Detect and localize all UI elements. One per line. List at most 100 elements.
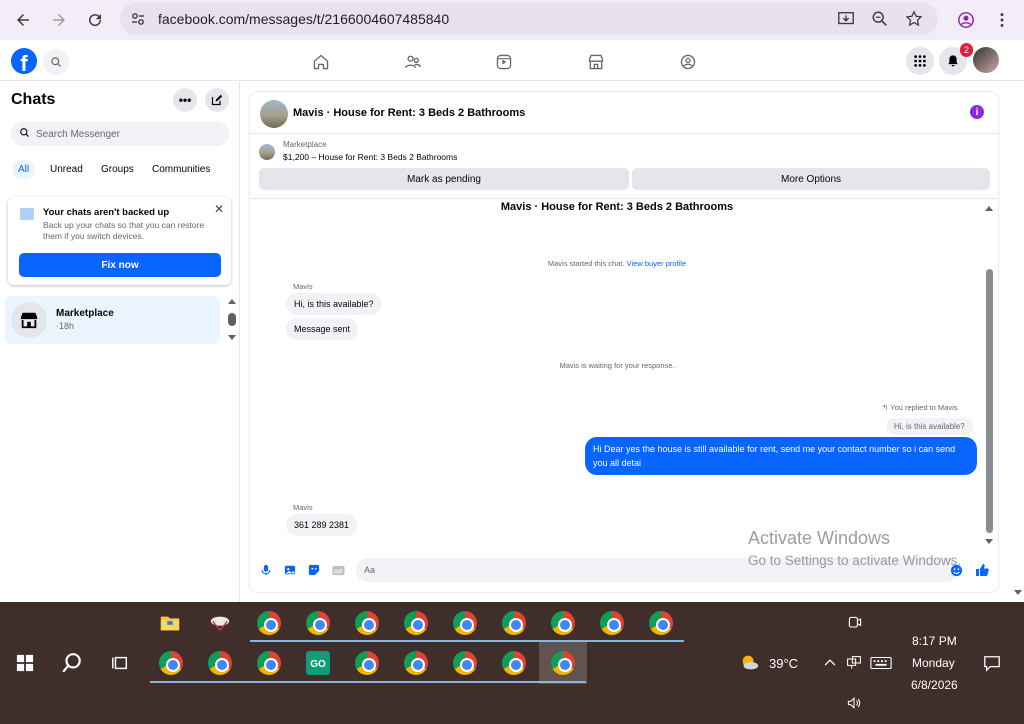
account-avatar[interactable] [973,47,999,73]
compose-icon [211,94,223,106]
chrome-icon[interactable] [303,608,333,638]
search-icon [51,57,61,67]
chrome-icon[interactable] [352,608,382,638]
marketplace-store-icon [11,302,47,338]
weather-icon[interactable] [734,648,764,678]
temperature[interactable]: 39°C [769,656,798,671]
forward-button[interactable] [41,2,77,38]
conversation-item[interactable]: Marketplace ·18h [5,296,220,344]
listing-name[interactable]: $1,200 – House for Rent: 3 Beds 2 Bathro… [283,152,457,162]
notification-center-icon[interactable] [977,648,1007,678]
chrome-icon[interactable] [254,648,284,678]
filter-groups[interactable]: Groups [95,160,140,179]
browser-menu-icon[interactable] [992,10,1012,30]
chrome-icon[interactable] [450,608,480,638]
video-icon[interactable] [493,51,515,73]
watermark-line2: Go to Settings to activate Windows. [748,553,962,568]
facebook-search-button[interactable] [43,49,69,75]
chrome-icon[interactable] [646,608,676,638]
meet-now-icon[interactable] [840,608,870,638]
chrome-icon[interactable] [548,608,578,638]
chrome-icon[interactable] [254,608,284,638]
message-bubble-incoming[interactable]: 361 289 2381 [286,514,358,536]
photo-icon[interactable] [283,563,297,577]
facebook-logo-icon[interactable]: f [11,48,37,74]
message-bubble-outgoing[interactable]: Hi Dear yes the house is still available… [585,437,977,475]
sender-name: Mavis [293,282,313,291]
chrome-icon[interactable] [499,648,529,678]
close-icon[interactable]: ✕ [214,202,224,216]
menu-grid-button[interactable] [906,47,934,75]
message-bubble-incoming[interactable]: Hi, is this available? [286,293,382,315]
friends-icon[interactable] [402,51,424,73]
reply-arrow-icon: ↰ [882,403,889,412]
clock-day[interactable]: Monday [912,656,955,670]
volume-icon[interactable] [839,688,869,718]
chat-scrollbar[interactable] [984,203,994,548]
file-explorer-icon[interactable] [155,608,185,638]
chats-options-button[interactable]: ••• [173,88,197,112]
chrome-icon[interactable] [548,648,578,678]
chrome-icon[interactable] [352,648,382,678]
sidebar-scrollbar[interactable] [226,296,238,344]
conversation-name: Marketplace [56,308,114,319]
chrome-icon[interactable] [401,608,431,638]
address-bar[interactable]: facebook.com/messages/t/2166004607485840 [120,3,938,35]
mark-pending-button[interactable]: Mark as pending [259,168,629,190]
reload-button[interactable] [77,2,113,38]
chat-started-notice: Mavis started this chat. View buyer prof… [250,259,984,268]
chrome-icon[interactable] [450,648,480,678]
active-app-highlight[interactable] [539,642,587,684]
home-icon[interactable] [310,51,332,73]
site-info-icon[interactable] [130,11,146,27]
bell-icon [948,55,958,67]
back-button[interactable] [5,2,41,38]
browser-toolbar: facebook.com/messages/t/2166004607485840 [0,0,1024,40]
network-icon[interactable] [839,648,869,678]
page-scroll-down-arrow[interactable] [1013,586,1023,596]
message-bubble-incoming[interactable]: Message sent [286,318,359,340]
marketplace-icon[interactable] [585,51,607,73]
waiting-notice: Mavis is waiting for your response. [559,361,675,370]
fix-now-button[interactable]: Fix now [19,253,221,277]
watermark-line1: Activate Windows [748,528,891,548]
filter-unread[interactable]: Unread [44,160,89,179]
filter-communities[interactable]: Communities [146,160,216,179]
listing-photo[interactable] [260,100,288,128]
search-messenger-input[interactable]: Search Messenger [11,122,229,146]
windows-start-icon[interactable] [10,648,40,678]
chrome-icon[interactable] [401,648,431,678]
notifications-button[interactable]: 2 [939,43,973,75]
replied-label: ↰ You replied to Mavis [882,403,958,412]
chrome-icon[interactable] [499,608,529,638]
more-options-button[interactable]: More Options [632,168,990,190]
info-icon[interactable]: i [970,105,984,119]
scrollbar-thumb[interactable] [986,269,993,533]
thumbs-up-icon[interactable] [975,563,989,577]
search-icon[interactable] [57,648,87,678]
install-app-icon[interactable] [836,9,856,29]
clock-date[interactable]: 6/8/2026 [911,678,958,692]
groups-icon[interactable] [677,51,699,73]
new-message-button[interactable] [205,88,229,112]
chat-title[interactable]: Mavis · House for Rent: 3 Beds 2 Bathroo… [293,107,525,119]
bookmark-star-icon[interactable] [904,9,924,29]
goto-meeting-icon[interactable]: GO [303,648,333,678]
clock-time[interactable]: 8:17 PM [912,634,957,648]
profile-icon[interactable] [956,10,976,30]
search-icon [19,127,30,141]
view-buyer-profile-link[interactable]: View buyer profile [627,259,686,268]
task-view-icon[interactable] [105,648,135,678]
app-icon[interactable] [205,608,235,638]
zoom-icon[interactable] [870,9,890,29]
listing-thumbnail[interactable] [259,144,275,160]
chrome-icon[interactable] [597,608,627,638]
filter-all[interactable]: All [12,160,36,179]
keyboard-icon[interactable] [866,648,896,678]
gif-icon[interactable]: GIF [331,563,345,577]
chrome-icon[interactable] [205,648,235,678]
microphone-icon[interactable] [259,563,273,577]
chrome-icon[interactable] [156,648,186,678]
sticker-icon[interactable] [307,563,321,577]
url-text[interactable]: facebook.com/messages/t/2166004607485840 [158,11,449,27]
